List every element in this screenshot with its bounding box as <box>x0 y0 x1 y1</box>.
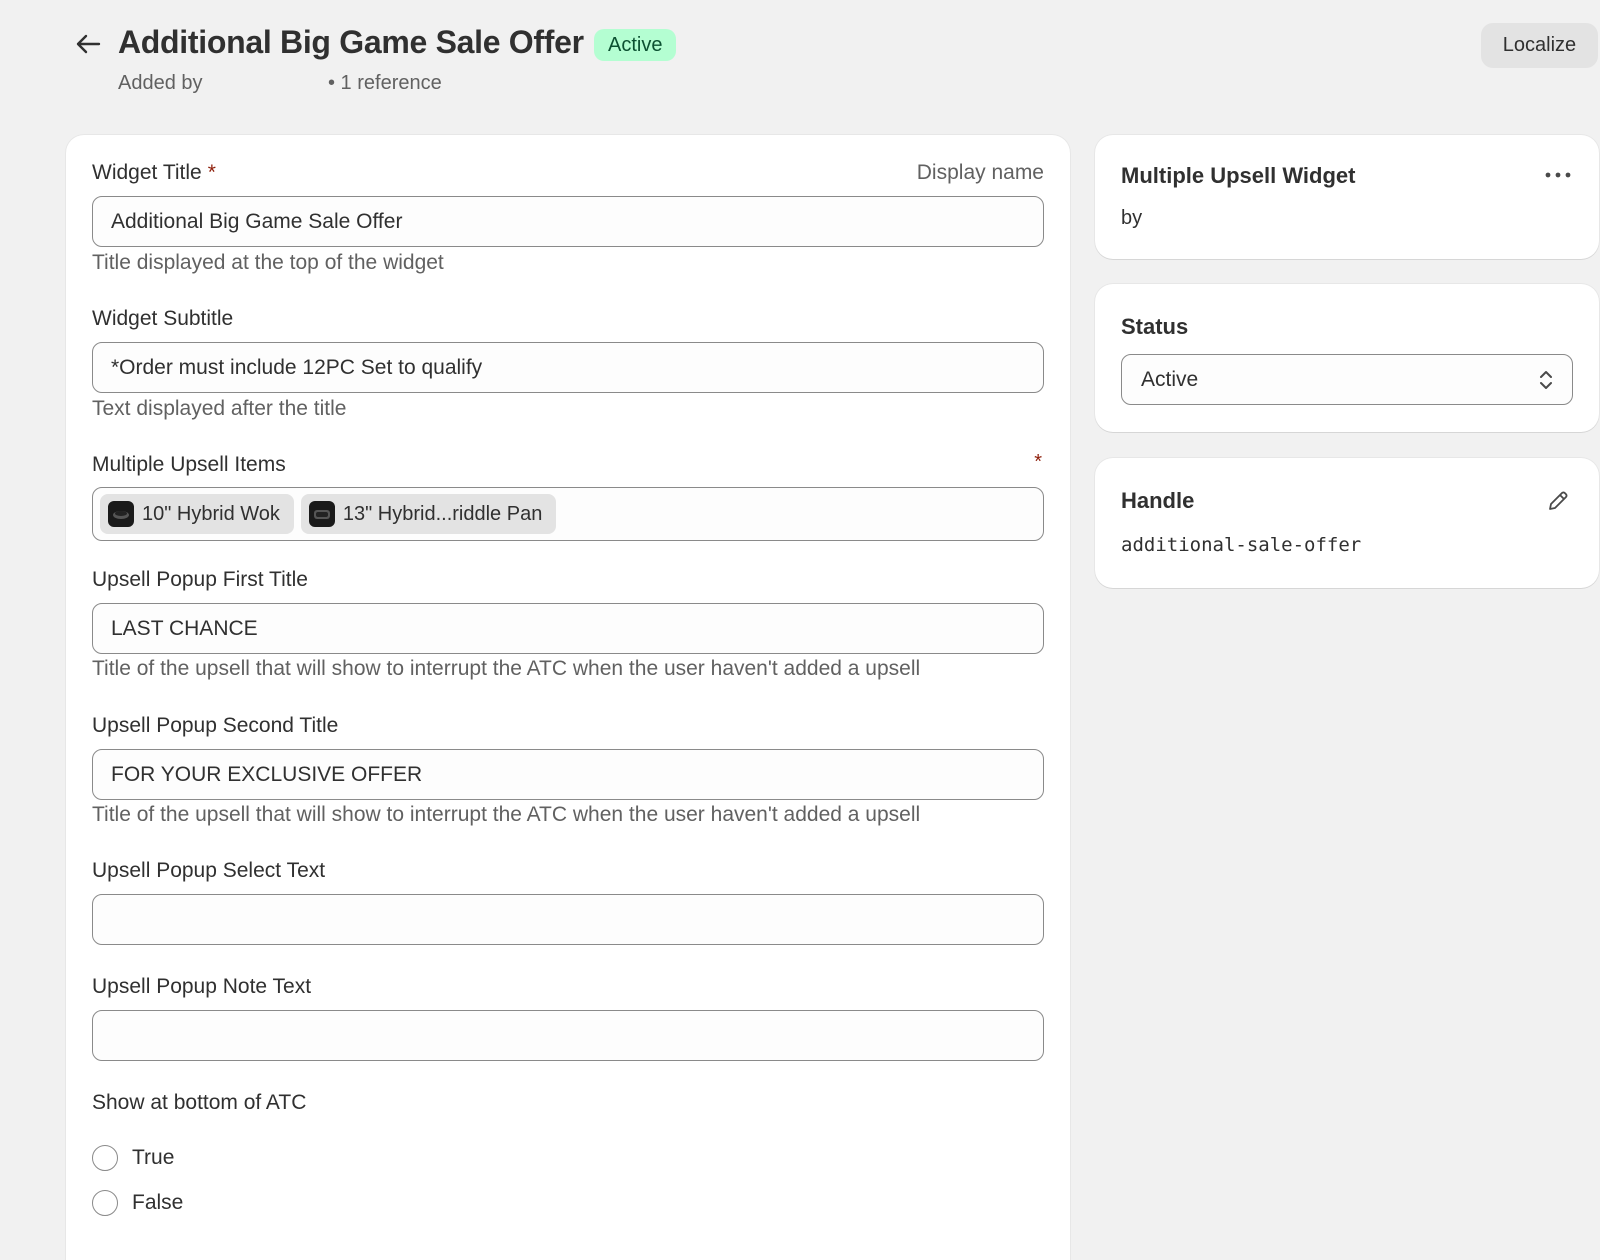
popup-first-title-label: Upsell Popup First Title <box>92 568 308 591</box>
status-badge: Active <box>594 29 677 61</box>
radio-true[interactable]: True <box>92 1145 174 1171</box>
upsell-item-label: 10" Hybrid Wok <box>142 502 280 525</box>
popup-second-title-help: Title of the upsell that will show to in… <box>92 803 921 826</box>
widget-title-label: Widget Title * <box>92 161 216 184</box>
required-mark: * <box>207 161 216 184</box>
status-select-value: Active <box>1141 367 1199 391</box>
radio-false[interactable]: False <box>92 1190 183 1216</box>
upsell-items-picker[interactable]: 10" Hybrid Wok 13" Hybrid...riddle Pan <box>92 487 1044 541</box>
handle-title: Handle <box>1121 488 1195 513</box>
popup-select-text-label: Upsell Popup Select Text <box>92 859 326 882</box>
more-actions-button[interactable] <box>1541 163 1575 187</box>
radio-button[interactable] <box>92 1145 118 1171</box>
added-by-text: Added by <box>118 72 203 94</box>
chevron-up-down-icon <box>1540 370 1552 389</box>
definition-by: by <box>1121 207 1143 229</box>
popup-note-text-input[interactable] <box>92 1010 1044 1061</box>
upsell-item-label: 13" Hybrid...riddle Pan <box>342 502 543 525</box>
upsell-items-label: Multiple Upsell Items <box>92 453 286 476</box>
popup-second-title-input[interactable] <box>92 749 1044 800</box>
references-link[interactable]: • 1 reference <box>328 72 442 95</box>
definition-title[interactable]: Multiple Upsell Widget <box>1121 163 1355 189</box>
upsell-item-tag[interactable]: 10" Hybrid Wok <box>100 494 294 534</box>
radio-button[interactable] <box>92 1190 118 1216</box>
handle-value: additional-sale-offer <box>1121 534 1362 556</box>
widget-title-help: Title displayed at the top of the widget <box>92 251 444 274</box>
entry-form-card: Widget Title* Display name Title display… <box>66 135 1070 1260</box>
product-thumbnail-icon <box>308 501 335 527</box>
widget-subtitle-input[interactable] <box>92 342 1044 393</box>
display-name-label: Display name <box>916 161 1044 184</box>
popup-note-text-label: Upsell Popup Note Text <box>92 975 312 998</box>
widget-subtitle-help: Text displayed after the title <box>92 397 347 420</box>
localize-button[interactable]: Localize <box>1481 23 1598 68</box>
required-mark: * <box>1034 451 1042 473</box>
back-button[interactable] <box>70 26 106 62</box>
widget-title-input[interactable] <box>92 196 1044 247</box>
product-thumbnail-icon <box>108 501 134 527</box>
edit-handle-button[interactable] <box>1543 486 1573 516</box>
popup-second-title-label: Upsell Popup Second Title <box>92 714 339 737</box>
status-card: Status Active <box>1095 284 1599 432</box>
definition-card: Multiple Upsell Widget by <box>1095 135 1599 259</box>
radio-false-label: False <box>132 1191 184 1214</box>
status-title: Status <box>1121 314 1189 339</box>
status-select[interactable]: Active <box>1121 354 1573 405</box>
show-bottom-atc-label: Show at bottom of ATC <box>92 1091 307 1114</box>
pencil-icon <box>1549 491 1568 510</box>
popup-select-text-input[interactable] <box>92 894 1044 945</box>
arrow-left-icon <box>76 34 101 54</box>
popup-first-title-input[interactable] <box>92 603 1044 654</box>
radio-true-label: True <box>132 1146 175 1169</box>
page-title: Additional Big Game Sale Offer <box>118 24 584 60</box>
popup-first-title-help: Title of the upsell that will show to in… <box>92 657 921 680</box>
more-horizontal-icon <box>1545 172 1571 178</box>
widget-subtitle-label: Widget Subtitle <box>92 307 234 330</box>
handle-card: Handle additional-sale-offer <box>1095 458 1599 588</box>
upsell-item-tag[interactable]: 13" Hybrid...riddle Pan <box>300 494 557 534</box>
